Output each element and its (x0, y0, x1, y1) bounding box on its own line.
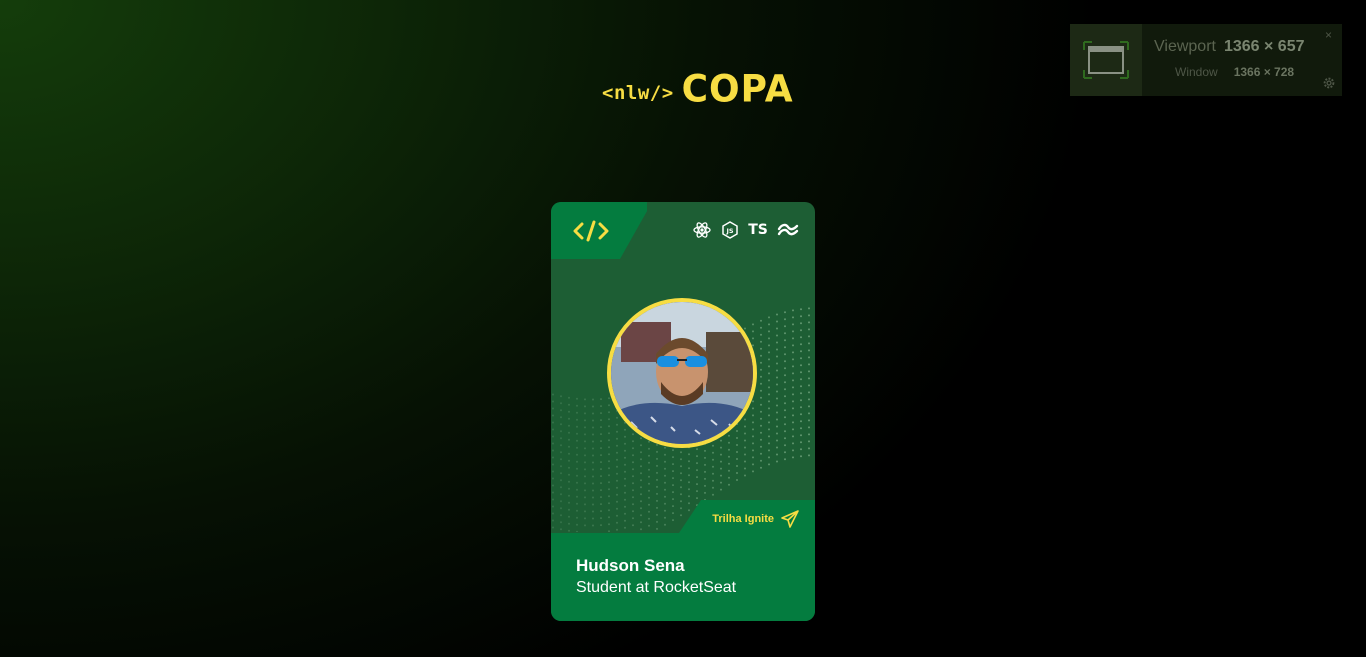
typescript-icon: TS (748, 222, 768, 238)
viewport-label: Viewport (1154, 38, 1216, 55)
nodejs-icon: JS (721, 221, 739, 239)
tailwind-icon (777, 221, 799, 239)
window-row: Window 1366 × 728 (1175, 65, 1294, 79)
logo-prefix: <nlw/> (602, 82, 674, 104)
profile-badge-card: JS TS Trilha Ignite Hudson Sena Student … (551, 202, 815, 621)
close-icon[interactable]: × (1325, 28, 1332, 42)
window-label: Window (1175, 65, 1218, 79)
track-ribbon: Trilha Ignite (551, 500, 815, 533)
code-brackets-icon (573, 220, 609, 242)
nlw-copa-logo: <nlw/> COPA (602, 67, 794, 111)
viewport-size-overlay: Viewport 1366 × 657 Window 1366 × 728 × (1070, 24, 1342, 96)
react-icon (693, 221, 711, 239)
viewport-row: Viewport 1366 × 657 (1154, 38, 1305, 56)
avatar (607, 298, 757, 448)
tech-stack-icons: JS TS (693, 221, 799, 239)
svg-text:JS: JS (725, 227, 733, 235)
badge-footer: Hudson Sena Student at RocketSeat (551, 533, 815, 621)
track-label: Trilha Ignite (712, 513, 774, 525)
badge-role: Student at RocketSeat (576, 579, 737, 596)
viewport-value: 1366 × 657 (1223, 38, 1305, 55)
logo-title: COPA (681, 67, 794, 111)
window-value: 1366 × 728 (1233, 65, 1295, 79)
browser-window-icon (1070, 24, 1142, 96)
badge-name: Hudson Sena (576, 556, 685, 575)
paper-plane-icon (781, 510, 799, 528)
gear-icon[interactable] (1322, 76, 1336, 90)
